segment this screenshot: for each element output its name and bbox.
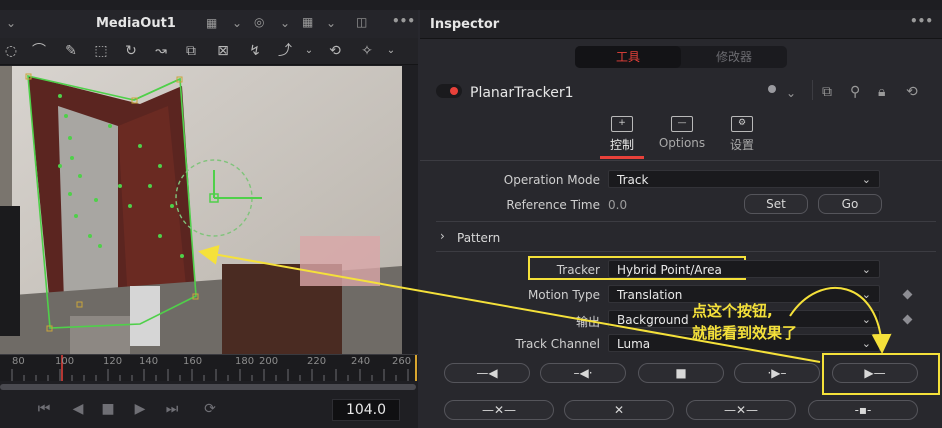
arrow-to-button <box>789 287 892 354</box>
arrow-to-viewer <box>198 244 821 363</box>
annotation-arrows <box>198 244 892 363</box>
